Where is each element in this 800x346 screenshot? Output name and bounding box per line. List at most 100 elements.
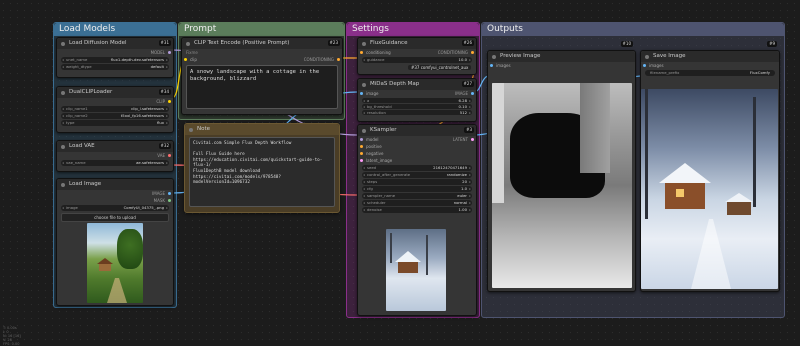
widget-clip-name1[interactable]: ◂ clip_name1 clip_l.safetensors ▸: [61, 106, 169, 112]
node-midas-depth-map[interactable]: MiDaS Depth Map #27 image IMAGE ◂ a 6.28 ▸ ◂…: [357, 78, 477, 122]
output-dot[interactable]: [471, 92, 474, 95]
input-dot[interactable]: [360, 51, 363, 54]
input-dot[interactable]: [643, 64, 646, 67]
node-title[interactable]: FluxGuidance: [358, 38, 476, 49]
node-preview-image[interactable]: Preview Image #10 images: [487, 41, 636, 292]
output-model[interactable]: MODEL: [57, 49, 173, 56]
node-title[interactable]: Load Image: [57, 179, 173, 190]
left-arrow-icon[interactable]: ◂: [363, 98, 365, 103]
output-dot[interactable]: [168, 192, 171, 195]
left-arrow-icon[interactable]: ◂: [62, 205, 64, 211]
node-title[interactable]: CLIP Text Encode (Positive Prompt): [182, 38, 342, 49]
widget-seed[interactable]: ◂ seed 21612470471649 ▸: [362, 165, 472, 171]
right-arrow-icon[interactable]: ▸: [469, 179, 471, 185]
widget-type[interactable]: ◂ type flux ▸: [61, 120, 169, 126]
right-arrow-icon[interactable]: ▸: [469, 200, 471, 206]
output-vae[interactable]: VAE: [57, 152, 173, 159]
left-arrow-icon[interactable]: ◂: [363, 186, 365, 192]
output-dot[interactable]: [168, 51, 171, 54]
input-positive[interactable]: positive: [358, 143, 476, 150]
left-arrow-icon[interactable]: ◂: [62, 106, 64, 112]
node-title[interactable]: Load Diffusion Model: [57, 38, 173, 49]
input-dot[interactable]: [360, 138, 363, 141]
right-arrow-icon[interactable]: ▸: [166, 64, 168, 70]
widget-denoise[interactable]: ◂ denoise 1.00 ▸: [362, 207, 472, 213]
node-clip-text-encode[interactable]: CLIP Text Encode (Positive Prompt) #23 F…: [181, 37, 343, 115]
left-arrow-icon[interactable]: ◂: [363, 165, 365, 171]
right-arrow-icon[interactable]: ▸: [469, 186, 471, 192]
left-arrow-icon[interactable]: ◂: [363, 104, 365, 109]
node-title[interactable]: Load VAE: [57, 141, 173, 152]
prompt-textarea[interactable]: A snowy landscape with a cottage in the …: [186, 65, 338, 109]
node-ksampler[interactable]: KSampler #3 model LATENT positive negativ…: [357, 124, 477, 316]
left-arrow-icon[interactable]: ◂: [363, 110, 365, 115]
left-arrow-icon[interactable]: ◂: [363, 57, 365, 63]
widget-clip-name2[interactable]: ◂ clip_name2 t5xxl_fp16.safetensors ▸: [61, 113, 169, 119]
left-arrow-icon[interactable]: ◂: [363, 200, 365, 206]
left-arrow-icon[interactable]: ◂: [62, 64, 64, 70]
input-clip[interactable]: clip CONDITIONING: [182, 56, 342, 63]
right-arrow-icon[interactable]: ▸: [469, 207, 471, 213]
widget-weight-dtype[interactable]: ◂ weight_dtype default ▸: [61, 64, 169, 70]
widget-filename-prefix[interactable]: filename_prefix FluxComfy: [645, 70, 775, 76]
widget-control-after-generate[interactable]: ◂ control_after_generate randomize ▸: [362, 172, 472, 178]
widget-guidance[interactable]: ◂ guidance 10.0 ▸: [362, 57, 472, 63]
output-dot[interactable]: [168, 100, 171, 103]
widget-vae-name[interactable]: ◂ vae_name ae.safetensors ▸: [61, 160, 169, 166]
input-images[interactable]: images: [641, 62, 779, 69]
output-clip[interactable]: CLIP: [57, 98, 173, 105]
node-title[interactable]: Note: [185, 124, 339, 135]
input-images[interactable]: images: [488, 62, 635, 69]
widget-steps[interactable]: ◂ steps 20 ▸: [362, 179, 472, 185]
right-arrow-icon[interactable]: ▸: [469, 165, 471, 171]
node-title[interactable]: KSampler: [358, 125, 476, 136]
right-arrow-icon[interactable]: ▸: [469, 57, 471, 63]
right-arrow-icon[interactable]: ▸: [469, 104, 471, 109]
widget-resolution[interactable]: ◂ resolution 512 ▸: [362, 110, 472, 115]
input-dot[interactable]: [490, 64, 493, 67]
input-latent-image[interactable]: latent_image: [358, 157, 476, 164]
input-negative[interactable]: negative: [358, 150, 476, 157]
widget-cfg[interactable]: ◂ cfg 1.0 ▸: [362, 186, 472, 192]
right-arrow-icon[interactable]: ▸: [166, 106, 168, 112]
node-load-image[interactable]: Load Image IMAGE MASK ◂ image ComfyUI_0437…: [56, 178, 174, 306]
right-arrow-icon[interactable]: ▸: [166, 160, 168, 166]
left-arrow-icon[interactable]: ◂: [62, 160, 64, 166]
output-dot[interactable]: [168, 199, 171, 202]
left-arrow-icon[interactable]: ◂: [62, 57, 64, 63]
widget-sampler-name[interactable]: ◂ sampler_name euler ▸: [362, 193, 472, 199]
output-dot[interactable]: [337, 58, 340, 61]
right-arrow-icon[interactable]: ▸: [469, 110, 471, 115]
input-dot[interactable]: [360, 152, 363, 155]
input-image[interactable]: image IMAGE: [358, 90, 476, 97]
left-arrow-icon[interactable]: ◂: [363, 179, 365, 185]
left-arrow-icon[interactable]: ◂: [363, 193, 365, 199]
input-dot[interactable]: [360, 145, 363, 148]
input-dot[interactable]: [360, 92, 363, 95]
right-arrow-icon[interactable]: ▸: [469, 172, 471, 178]
input-model[interactable]: model LATENT: [358, 136, 476, 143]
left-arrow-icon[interactable]: ◂: [62, 113, 64, 119]
right-arrow-icon[interactable]: ▸: [166, 120, 168, 126]
node-load-vae[interactable]: Load VAE #32 VAE ◂ vae_name ae.safetensors…: [56, 140, 174, 172]
node-title[interactable]: Preview Image: [488, 51, 635, 62]
upload-button[interactable]: choose file to upload: [61, 213, 169, 222]
node-title[interactable]: Save Image: [641, 51, 779, 62]
input-dot[interactable]: [360, 159, 363, 162]
output-dot[interactable]: [168, 154, 171, 157]
right-arrow-icon[interactable]: ▸: [469, 98, 471, 103]
right-arrow-icon[interactable]: ▸: [166, 113, 168, 119]
widget-a[interactable]: ◂ a 6.28 ▸: [362, 98, 472, 103]
left-arrow-icon[interactable]: ◂: [363, 207, 365, 213]
node-load-diffusion-model[interactable]: Load Diffusion Model #31 MODEL ◂ unet_nam…: [56, 37, 174, 78]
output-image[interactable]: IMAGE: [57, 190, 173, 197]
input-conditioning[interactable]: conditioning CONDITIONING: [358, 49, 476, 56]
note-textarea[interactable]: Civitai.com Simple Flux Depth Workflow F…: [189, 137, 335, 207]
node-save-image[interactable]: Save Image #9 images filename_prefix Flux…: [640, 41, 780, 292]
output-dot[interactable]: [471, 138, 474, 141]
widget-image[interactable]: ◂ image ComfyUI_04375_.png ▸: [61, 205, 169, 211]
widget-scheduler[interactable]: ◂ scheduler normal ▸: [362, 200, 472, 206]
node-dual-clip-loader[interactable]: DualCLIPLoader #34 CLIP ◂ clip_name1 clip_…: [56, 86, 174, 133]
output-mask[interactable]: MASK: [57, 197, 173, 204]
widget-bg-threshold[interactable]: ◂ bg_threshold 0.10 ▸: [362, 104, 472, 109]
